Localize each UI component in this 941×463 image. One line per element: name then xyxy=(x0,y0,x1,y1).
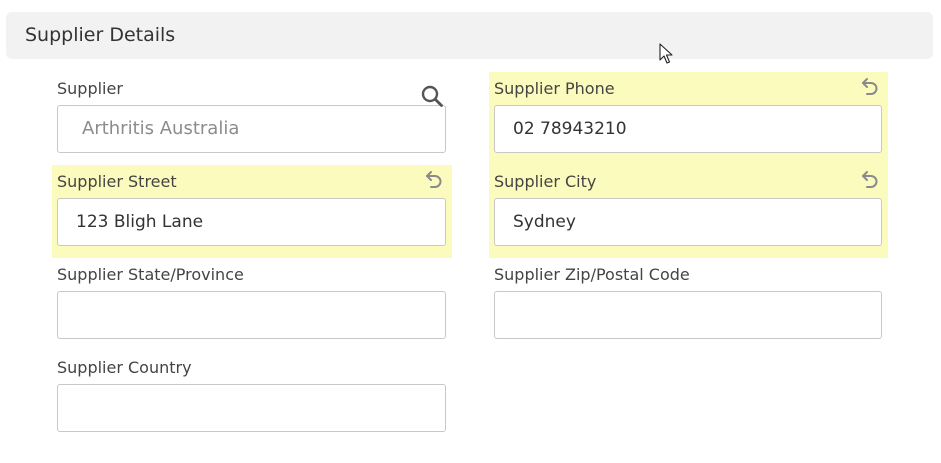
supplier-zip-input[interactable] xyxy=(494,291,882,339)
supplier-state-label: Supplier State/Province xyxy=(57,265,244,284)
supplier-phone-label: Supplier Phone xyxy=(494,79,615,98)
supplier-street-field: Supplier Street 123 Bligh Lane xyxy=(52,165,452,258)
supplier-zip-field: Supplier Zip/Postal Code xyxy=(489,258,888,351)
supplier-phone-input[interactable]: 02 78943210 xyxy=(494,105,882,153)
supplier-lookup-input[interactable]: Arthritis Australia xyxy=(57,105,446,153)
supplier-country-label: Supplier Country xyxy=(57,358,192,377)
supplier-country-field: Supplier Country xyxy=(52,351,452,444)
undo-icon[interactable] xyxy=(858,169,880,191)
supplier-phone-field: Supplier Phone 02 78943210 xyxy=(489,72,888,165)
section-header-supplier-details[interactable]: Supplier Details xyxy=(6,12,933,59)
supplier-street-label: Supplier Street xyxy=(57,172,177,191)
undo-icon[interactable] xyxy=(858,76,880,98)
search-icon[interactable] xyxy=(420,84,444,108)
supplier-country-input[interactable] xyxy=(57,384,446,432)
supplier-city-label: Supplier City xyxy=(494,172,597,191)
supplier-city-input[interactable]: Sydney xyxy=(494,198,882,246)
supplier-street-input[interactable]: 123 Bligh Lane xyxy=(57,198,446,246)
supplier-label: Supplier xyxy=(57,79,123,98)
mouse-cursor-icon xyxy=(659,43,673,64)
undo-icon[interactable] xyxy=(422,169,444,191)
supplier-city-field: Supplier City Sydney xyxy=(489,165,888,258)
section-title: Supplier Details xyxy=(25,24,176,46)
supplier-state-field: Supplier State/Province xyxy=(52,258,452,351)
supplier-zip-label: Supplier Zip/Postal Code xyxy=(494,265,690,284)
supplier-field: Supplier Arthritis Australia xyxy=(52,72,452,165)
supplier-state-input[interactable] xyxy=(57,291,446,339)
